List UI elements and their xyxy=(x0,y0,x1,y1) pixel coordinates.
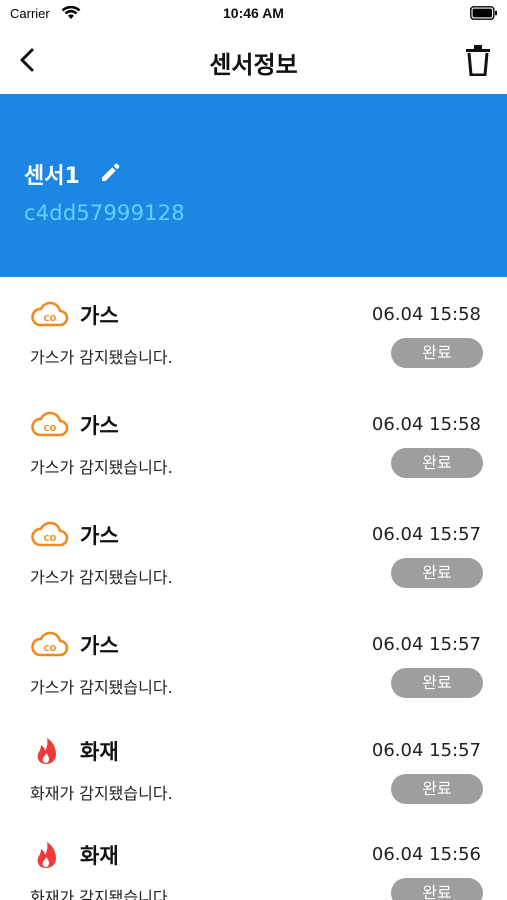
event-time: 06.04 15:56 xyxy=(371,844,481,865)
list-item: CO 가스 06.04 15:57 가스가 감지됐습니다. 완료 xyxy=(0,497,507,607)
done-button[interactable]: 완료 xyxy=(391,448,483,478)
list-item: CO 가스 06.04 15:58 가스가 감지됐습니다. 완료 xyxy=(0,277,507,387)
event-message: 화재가 감지됐습니다. xyxy=(30,888,173,900)
done-button[interactable]: 완료 xyxy=(391,668,483,698)
svg-text:CO: CO xyxy=(44,314,57,323)
done-button[interactable]: 완료 xyxy=(391,558,483,588)
done-button[interactable]: 완료 xyxy=(391,878,483,900)
sensor-name: 센서1 xyxy=(24,164,80,189)
event-time: 06.04 15:57 xyxy=(371,634,481,655)
co-cloud-icon: CO xyxy=(31,301,69,327)
event-time: 06.04 15:58 xyxy=(371,414,481,435)
event-title: 화재 xyxy=(80,844,119,868)
event-message: 가스가 감지됐습니다. xyxy=(30,568,173,587)
event-message: 가스가 감지됐습니다. xyxy=(30,348,173,367)
co-cloud-icon: CO xyxy=(31,411,69,437)
sensor-header: 센서1 c4dd57999128 xyxy=(0,94,507,277)
flame-icon xyxy=(37,842,56,868)
event-title: 가스 xyxy=(80,634,119,658)
status-bar: Carrier 10:46 AM xyxy=(0,0,507,28)
battery-icon xyxy=(470,6,497,20)
svg-text:CO: CO xyxy=(44,534,57,543)
sensor-id: c4dd57999128 xyxy=(24,201,185,225)
co-cloud-icon: CO xyxy=(31,631,69,657)
event-message: 가스가 감지됐습니다. xyxy=(30,678,173,697)
edit-pencil-icon[interactable] xyxy=(99,162,121,184)
status-time: 10:46 AM xyxy=(223,5,284,21)
event-message: 가스가 감지됐습니다. xyxy=(30,458,173,477)
page-title: 센서정보 xyxy=(209,51,298,79)
svg-text:CO: CO xyxy=(44,644,57,653)
list-item: 화재 06.04 15:57 화재가 감지됐습니다. 완료 xyxy=(0,713,507,823)
svg-text:CO: CO xyxy=(44,424,57,433)
nav-bar: 센서정보 xyxy=(0,28,507,94)
done-button[interactable]: 완료 xyxy=(391,338,483,368)
done-button[interactable]: 완료 xyxy=(391,774,483,804)
event-time: 06.04 15:57 xyxy=(371,524,481,545)
trash-icon[interactable] xyxy=(465,44,491,76)
event-title: 가스 xyxy=(80,414,119,438)
event-time: 06.04 15:58 xyxy=(371,304,481,325)
co-cloud-icon: CO xyxy=(31,521,69,547)
event-title: 화재 xyxy=(80,740,119,764)
list-item: CO 가스 06.04 15:58 가스가 감지됐습니다. 완료 xyxy=(0,387,507,497)
event-title: 가스 xyxy=(80,524,119,548)
event-message: 화재가 감지됐습니다. xyxy=(30,784,173,803)
flame-icon xyxy=(37,738,56,764)
list-item: CO 가스 06.04 15:57 가스가 감지됐습니다. 완료 xyxy=(0,607,507,717)
event-title: 가스 xyxy=(80,304,119,328)
list-item: 화재 06.04 15:56 화재가 감지됐습니다. 완료 xyxy=(0,817,507,900)
event-time: 06.04 15:57 xyxy=(371,740,481,761)
